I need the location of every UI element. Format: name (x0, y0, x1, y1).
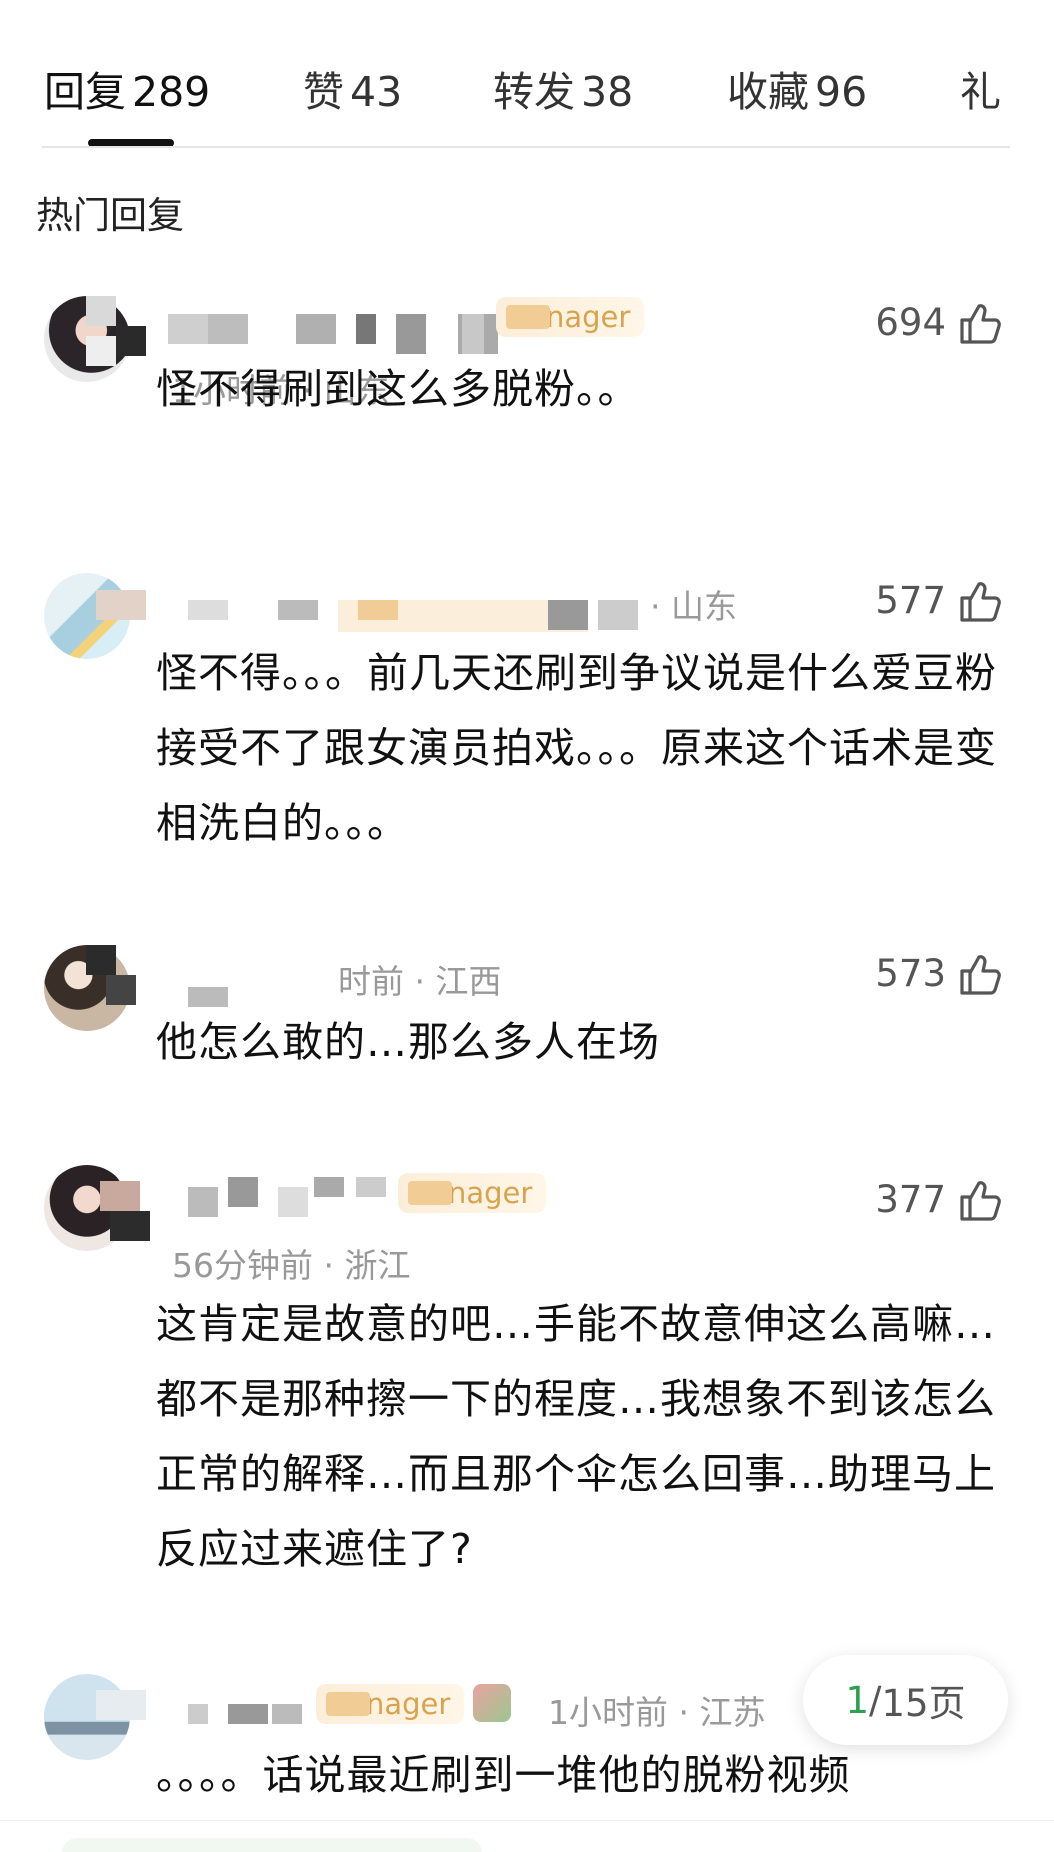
comment-meta: 时前 · 江西 (338, 962, 502, 1001)
comment-text: 怪不得刷到这么多脱粉。。 (156, 365, 640, 413)
tab-label: 礼 (960, 68, 1001, 116)
comment-text: 怪不得。。。前几天还刷到争议说是什么爱豆粉接受不了跟女演员拍戏。。。原来这个话术… (156, 649, 997, 847)
comments-screen: 回复 289 赞 43 转发 38 收藏 96 礼 热门回复 nager 1小时… (0, 0, 1054, 1852)
username-mosaic (96, 1690, 146, 1720)
tab-count: 38 (581, 68, 634, 116)
like-button[interactable]: 377 (875, 1175, 1004, 1223)
comment-meta: 1小时前 · 江苏 (548, 1693, 766, 1732)
username-mosaic (462, 314, 484, 354)
like-button[interactable]: 694 (875, 298, 1004, 346)
tab-favorites[interactable]: 收藏 96 (727, 58, 867, 118)
tab-label: 转发 (493, 68, 575, 116)
tab-gifts[interactable]: 礼 (960, 58, 1010, 118)
username-mosaic (96, 590, 146, 620)
thumbs-up-icon (956, 576, 1004, 624)
username-mosaic[interactable] (188, 1177, 388, 1217)
tab-label: 收藏 (727, 68, 809, 116)
comment-text: 。。。。话说最近刷到一堆他的脱粉视频 (156, 1751, 851, 1799)
emoji-badge-icon (473, 1684, 511, 1722)
badge-label: nager (496, 297, 645, 337)
comment-meta: 56分钟前 · 浙江 (172, 1246, 411, 1285)
tab-bar: 回复 289 赞 43 转发 38 收藏 96 礼 (0, 0, 1054, 150)
section-title-hot-replies: 热门回复 (36, 194, 184, 237)
tab-count: 43 (350, 68, 403, 116)
page-current: 1 (845, 1678, 869, 1722)
tab-label: 回复 (44, 68, 126, 116)
tab-replies[interactable]: 回复 289 (44, 58, 210, 118)
tab-count: 289 (132, 68, 211, 116)
comment-text: 他怎么敢的…那么多人在场 (156, 1018, 660, 1066)
like-button[interactable]: 573 (875, 949, 1004, 997)
like-count: 573 (875, 951, 946, 995)
reply-input[interactable] (62, 1838, 482, 1852)
page-total: 15页 (881, 1682, 966, 1725)
username-mosaic[interactable] (188, 1704, 308, 1734)
username-mosaic[interactable] (168, 314, 498, 354)
tab-reposts[interactable]: 转发 38 (493, 58, 633, 118)
comment-meta: · 山东 (650, 587, 737, 626)
username-mosaic (86, 945, 136, 1005)
page-separator: / (868, 1678, 882, 1722)
tabs-divider (42, 146, 1010, 148)
thumbs-up-icon (956, 1175, 1004, 1223)
tab-count: 96 (815, 68, 868, 116)
username-mosaic (100, 1181, 150, 1241)
page-indicator[interactable]: 1/15页 (803, 1655, 1008, 1745)
like-count: 694 (875, 300, 946, 344)
username-mosaic[interactable] (188, 600, 648, 632)
badge-label: nager (316, 1684, 465, 1724)
like-button[interactable]: 577 (875, 576, 1004, 624)
badge-label: nager (398, 1173, 547, 1213)
username-mosaic (86, 296, 146, 366)
comment-text: 这肯定是故意的吧…手能不故意伸这么高嘛…都不是那种擦一下的程度…我想象不到该怎么… (156, 1300, 996, 1573)
like-count: 377 (875, 1177, 946, 1221)
tab-label: 赞 (303, 68, 344, 116)
thumbs-up-icon (956, 949, 1004, 997)
like-count: 577 (875, 578, 946, 622)
tab-likes[interactable]: 赞 43 (303, 58, 402, 118)
thumbs-up-icon (956, 298, 1004, 346)
